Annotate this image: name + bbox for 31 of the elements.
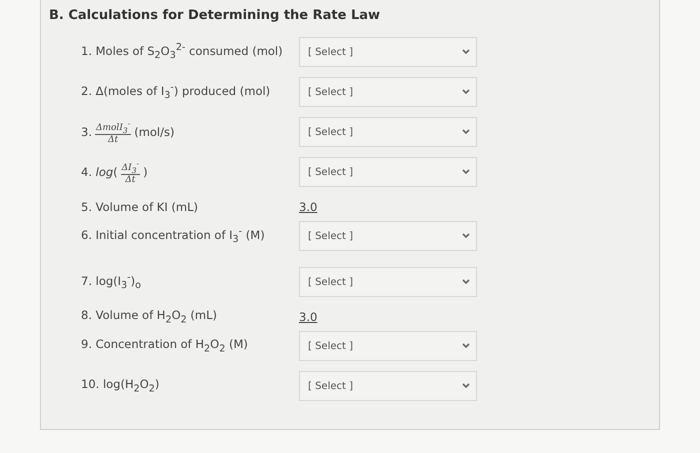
question-label: 9. Concentration of H$_{2}$O$_{2}$ (M) <box>81 337 249 355</box>
chevron-down-icon <box>462 169 470 175</box>
answer-value: 3.0 <box>299 200 318 214</box>
chevron-down-icon <box>462 343 470 349</box>
chevron-down-icon <box>462 49 470 55</box>
answer-dropdown[interactable]: [ Select ] <box>299 77 477 107</box>
answer-dropdown[interactable]: [ Select ] <box>299 37 477 67</box>
answer-dropdown[interactable]: [ Select ] <box>299 371 477 401</box>
answer-dropdown[interactable]: [ Select ] <box>299 267 477 297</box>
chevron-down-icon <box>462 129 470 135</box>
question-label: 8. Volume of H$_{2}$O$_{2}$ (mL) <box>81 308 218 326</box>
answer-dropdown[interactable]: [ Select ] <box>299 331 477 361</box>
question-unit: (mol/s) <box>134 124 174 139</box>
question-number: 3. <box>81 124 92 139</box>
question-label: 2. Δ(moles of I$_{3}$$^{-}$) produced (mol) <box>81 82 272 102</box>
chevron-down-icon <box>462 89 470 95</box>
chevron-down-icon <box>462 279 470 285</box>
section-title: B. Calculations for Determining the Rate Law <box>49 8 382 23</box>
chevron-down-icon <box>462 383 470 389</box>
question-label: 7. log(I$_{3}$$^{-}$)$_{o}$ <box>81 272 142 292</box>
answer-dropdown[interactable]: [ Select ] <box>299 117 477 147</box>
answer-value: 3.0 <box>299 310 318 324</box>
question-label: 6. Initial concentration of I$_{3}$$^{-}$ (M) <box>81 226 266 246</box>
question-number: 4. log( <box>81 164 118 179</box>
question-label: 5. Volume of KI (mL) <box>81 200 199 214</box>
question-unit: ) <box>143 164 148 179</box>
answer-dropdown[interactable]: [ Select ] <box>299 221 477 251</box>
chevron-down-icon <box>462 233 470 239</box>
question-label: 1. Moles of S$_{2}$O$_{3}$$^{2-}$ consumed (mol) <box>81 42 284 62</box>
answer-dropdown[interactable]: [ Select ] <box>299 157 477 187</box>
question-label: 10. log(H$_{2}$O$_{2}$) <box>81 377 160 395</box>
